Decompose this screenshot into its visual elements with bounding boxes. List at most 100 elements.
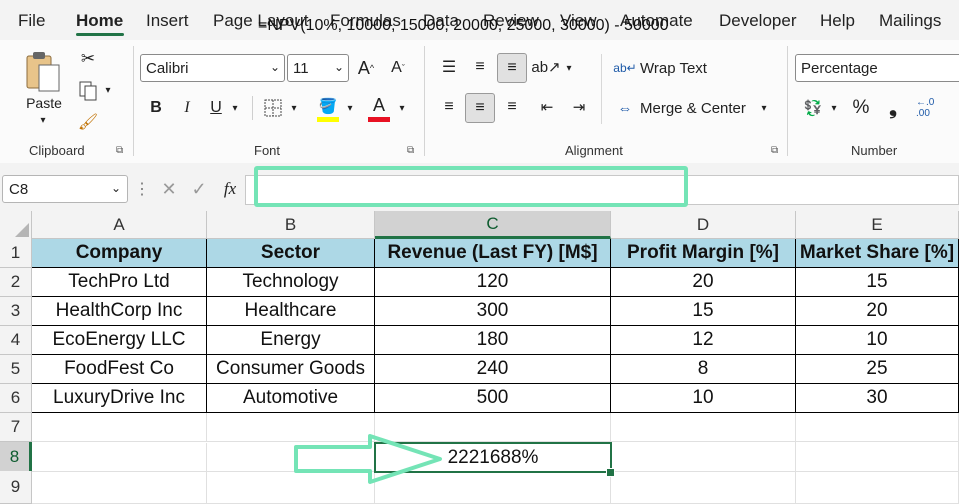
underline-dropdown-icon[interactable]: ▾ [229, 98, 241, 118]
percent-style-icon[interactable]: % [849, 96, 873, 120]
cell-a6[interactable]: LuxuryDrive Inc [32, 384, 207, 413]
cell-e8[interactable] [796, 442, 959, 472]
cell-a5[interactable]: FoodFest Co [32, 355, 207, 384]
cell-c4[interactable]: 180 [375, 326, 611, 355]
copy-dropdown-icon[interactable]: ▾ [102, 82, 114, 98]
cell-e9[interactable] [796, 471, 959, 504]
table-header-cell[interactable]: Market Share [%] [796, 239, 959, 268]
cell-c3[interactable]: 300 [375, 297, 611, 326]
cell-a7[interactable] [32, 413, 207, 442]
cell-c2[interactable]: 120 [375, 268, 611, 297]
decrease-font-size-icon[interactable]: Aˇ [386, 56, 410, 80]
cell-a8[interactable] [32, 443, 207, 472]
row-header-5[interactable]: 5 [0, 355, 32, 384]
enter-icon[interactable]: ✓ [188, 177, 210, 201]
increase-font-size-icon[interactable]: A ^ [354, 56, 378, 80]
cell-e4[interactable]: 10 [796, 326, 959, 355]
orientation-icon[interactable]: ab↗ [531, 54, 560, 80]
accounting-dropdown-icon[interactable]: ▾ [828, 98, 840, 118]
menu-mailings[interactable]: Mailings [879, 11, 941, 31]
cell-d5[interactable]: 8 [611, 355, 796, 384]
font-color-icon[interactable]: A [367, 94, 391, 116]
cell-d6[interactable]: 10 [611, 384, 796, 413]
cell-a4[interactable]: EcoEnergy LLC [32, 326, 207, 355]
cell-a9[interactable] [32, 471, 207, 504]
underline-icon[interactable]: U [206, 96, 226, 120]
column-header-a[interactable]: A [32, 211, 207, 239]
menu-developer[interactable]: Developer [719, 11, 797, 31]
cell-e6[interactable]: 30 [796, 384, 959, 413]
fill-color-icon[interactable]: 🪣 [316, 94, 340, 118]
cell-a2[interactable]: TechPro Ltd [32, 268, 207, 297]
formula-text[interactable]: =NPV(10%, 10000, 15000, 20000, 25000, 30… [258, 17, 669, 35]
copy-icon[interactable] [77, 80, 99, 102]
row-header-6[interactable]: 6 [0, 384, 32, 413]
row-header-2[interactable]: 2 [0, 268, 32, 297]
font-launcher-icon[interactable]: ⧉ [407, 145, 414, 156]
middle-align-icon[interactable]: ≡ [467, 54, 493, 80]
fill-handle[interactable] [606, 468, 615, 477]
align-right-icon[interactable]: ≡ [499, 94, 525, 120]
table-header-cell[interactable]: Revenue (Last FY) [M$] [375, 239, 611, 268]
cell-b3[interactable]: Healthcare [207, 297, 375, 326]
cell-a3[interactable]: HealthCorp Inc [32, 297, 207, 326]
bottom-align-icon[interactable]: ≡ [497, 53, 527, 83]
borders-dropdown-icon[interactable]: ▾ [288, 98, 300, 118]
cell-d4[interactable]: 12 [611, 326, 796, 355]
name-box[interactable]: C8 ⌄ [2, 175, 128, 203]
paste-icon[interactable] [22, 48, 64, 94]
cell-d2[interactable]: 20 [611, 268, 796, 297]
cell-e3[interactable]: 20 [796, 297, 959, 326]
wrap-text-label[interactable]: Wrap Text [640, 56, 707, 80]
insert-function-icon[interactable]: fx [218, 177, 242, 201]
decrease-indent-icon[interactable]: ⇤ [534, 94, 560, 120]
format-painter-icon[interactable]: 🖌 [77, 111, 99, 133]
comma-style-icon[interactable]: ❟ [885, 96, 901, 120]
paste-dropdown-icon[interactable]: ▾ [36, 114, 50, 126]
row-header-1[interactable]: 1 [0, 239, 32, 268]
cell-b2[interactable]: Technology [207, 268, 375, 297]
merge-dropdown-icon[interactable]: ▾ [758, 98, 770, 118]
cell-d7[interactable] [611, 413, 796, 442]
cell-d3[interactable]: 15 [611, 297, 796, 326]
table-header-cell[interactable]: Profit Margin [%] [611, 239, 796, 268]
cell-b5[interactable]: Consumer Goods [207, 355, 375, 384]
row-header-3[interactable]: 3 [0, 297, 32, 326]
cancel-icon[interactable]: ✕ [158, 177, 180, 201]
select-all-corner[interactable] [0, 211, 32, 239]
alignment-launcher-icon[interactable]: ⧉ [771, 145, 778, 156]
row-header-9[interactable]: 9 [0, 471, 32, 504]
cell-e5[interactable]: 25 [796, 355, 959, 384]
paste-label[interactable]: Paste [22, 94, 66, 112]
row-header-8[interactable]: 8 [0, 442, 32, 472]
bold-icon[interactable]: B [146, 96, 166, 120]
orientation-dropdown-icon[interactable]: ▾ [563, 58, 575, 78]
wrap-text-icon[interactable]: ab↵ [613, 56, 636, 80]
cell-b4[interactable]: Energy [207, 326, 375, 355]
row-header-4[interactable]: 4 [0, 326, 32, 355]
row-header-7[interactable]: 7 [0, 413, 32, 442]
table-header-cell[interactable]: Sector [207, 239, 375, 268]
fill-color-dropdown-icon[interactable]: ▾ [344, 98, 356, 118]
cell-e2[interactable]: 15 [796, 268, 959, 297]
column-header-e[interactable]: E [796, 211, 959, 239]
cut-icon[interactable]: ✂ [77, 48, 99, 70]
column-header-b[interactable]: B [207, 211, 375, 239]
cell-e7[interactable] [796, 413, 959, 442]
cell-d8[interactable] [611, 442, 796, 472]
align-center-icon[interactable]: ≡ [465, 93, 495, 123]
align-left-icon[interactable]: ≡ [436, 94, 462, 120]
accounting-format-icon[interactable]: 💱 [800, 96, 826, 120]
number-format-select[interactable]: Percentage [795, 54, 959, 82]
column-header-d[interactable]: D [611, 211, 796, 239]
borders-icon[interactable] [261, 96, 285, 120]
merge-center-label[interactable]: Merge & Center [640, 96, 746, 120]
more-options-icon[interactable]: ⋮ [134, 177, 150, 201]
menu-help[interactable]: Help [820, 11, 855, 31]
top-align-icon[interactable]: ☰ [436, 54, 462, 80]
font-name-select[interactable]: Calibri ⌄ [140, 54, 285, 82]
menu-home[interactable]: Home [76, 11, 123, 31]
column-header-c[interactable]: C [375, 211, 611, 239]
merge-center-icon[interactable]: ⇔ [614, 96, 636, 120]
cell-b6[interactable]: Automotive [207, 384, 375, 413]
